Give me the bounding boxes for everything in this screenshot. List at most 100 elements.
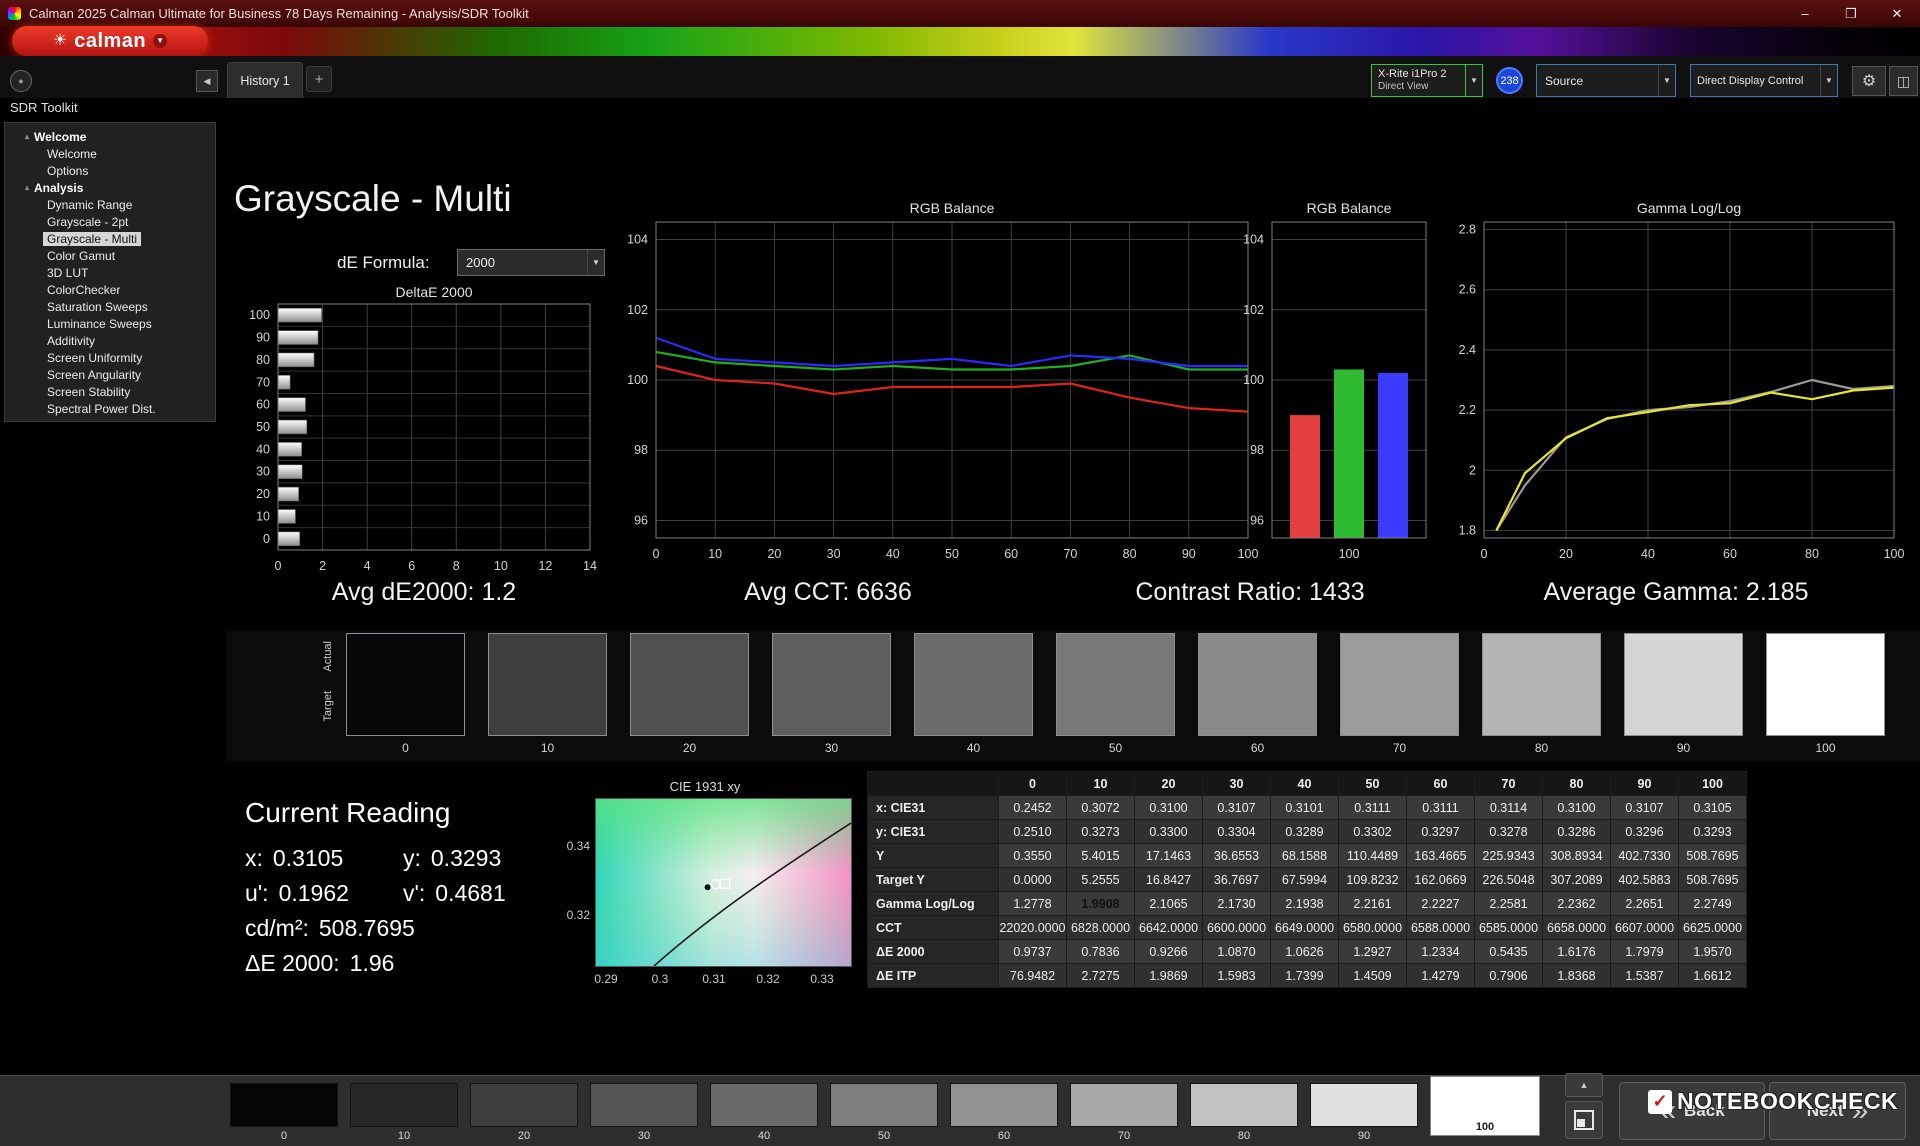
sidebar-item-screen-angularity[interactable]: Screen Angularity [5,366,215,383]
tab-history-1[interactable]: History 1 [227,62,303,98]
table-cell: 225.9343 [1475,844,1543,868]
pattern-window-button[interactable] [1565,1101,1603,1139]
chevron-down-icon[interactable]: ▼ [587,250,604,275]
svg-text:12: 12 [538,559,552,573]
reading-cd-value: 508.7695 [319,915,415,941]
meter-dropdown[interactable]: X-Rite i1Pro 2 Direct View ▼ [1371,64,1483,97]
sidebar-item-label: Options [43,164,92,178]
table-cell: 1.0870 [1203,940,1271,964]
calman-logo[interactable]: ☀ calman ▼ [12,26,208,56]
table-cell: 2.2161 [1339,892,1407,916]
sidebar-item-grayscale-2pt[interactable]: Grayscale - 2pt [5,213,215,230]
patch-button-30[interactable] [590,1083,698,1127]
patch-button-60[interactable] [950,1083,1058,1127]
reading-cd-label: cd/m²: [245,915,309,941]
chevron-down-icon[interactable]: ▼ [1658,65,1675,96]
patch-button-40[interactable] [710,1083,818,1127]
column-header: 40 [1271,772,1339,796]
column-header: 30 [1203,772,1271,796]
source-label: Source [1545,74,1583,88]
svg-text:10: 10 [708,547,722,561]
add-tab-button[interactable]: + [306,66,332,92]
display-control-dropdown[interactable]: Direct Display Control ▼ [1690,64,1838,97]
sidebar-item-welcome[interactable]: Welcome [5,145,215,162]
svg-text:4: 4 [364,559,371,573]
column-header: 100 [1679,772,1747,796]
table-cell: 0.3300 [1135,820,1203,844]
layout-icon: ◫ [1897,73,1910,90]
chevron-down-icon[interactable]: ▼ [1465,65,1482,96]
table-cell: 1.9570 [1679,940,1747,964]
sidebar-item-dynamic-range[interactable]: Dynamic Range [5,196,215,213]
patch-button-100[interactable]: 100 [1430,1076,1540,1136]
sidebar-item-label: Dynamic Range [43,198,136,212]
settings-gear-button[interactable]: ⚙ [1852,66,1886,96]
svg-text:2.4: 2.4 [1459,343,1476,357]
patch-button-0[interactable] [230,1083,338,1127]
sidebar-options-button[interactable]: ● [10,70,32,92]
sidebar-item-screen-uniformity[interactable]: Screen Uniformity [5,349,215,366]
expand-icon: ▴ [25,183,29,192]
reading-v-label: v': [403,880,425,906]
patch-button-80[interactable] [1190,1083,1298,1127]
table-cell: 110.4489 [1339,844,1407,868]
svg-text:20: 20 [256,487,270,501]
calman-app-icon [8,7,21,20]
sidebar-item-additivity[interactable]: Additivity [5,332,215,349]
sidebar-collapse-button[interactable]: ◀ [196,70,218,92]
patch-button-10[interactable] [350,1083,458,1127]
svg-text:1.8: 1.8 [1459,523,1476,537]
svg-text:50: 50 [945,547,959,561]
actual-label: Actual [322,641,334,672]
minimize-button[interactable]: – [1782,0,1828,27]
patch-level-label: 90 [1310,1130,1418,1142]
back-label: Back [1684,1101,1725,1121]
svg-text:DeltaE 2000: DeltaE 2000 [395,284,472,300]
sidebar-item-colorchecker[interactable]: ColorChecker [5,281,215,298]
workspace-layout-button[interactable]: ◫ [1889,66,1918,96]
svg-text:0: 0 [1481,547,1488,561]
back-button[interactable]: « Back [1619,1082,1765,1140]
de-formula-dropdown[interactable]: 2000 ▼ [457,249,605,276]
table-cell: 0.9266 [1135,940,1203,964]
rainbow-stripe [0,27,1920,56]
sidebar-item-3d-lut[interactable]: 3D LUT [5,264,215,281]
table-cell: 402.5883 [1611,868,1679,892]
logo-dropdown-icon[interactable]: ▼ [153,34,167,48]
tree-section-analysis[interactable]: ▴Analysis [5,179,215,196]
table-cell: 6625.0000 [1679,916,1747,940]
grayscale-swatch-0 [346,633,465,736]
table-row-y: Y0.35505.401517.146336.655368.1588110.44… [868,844,1747,868]
expand-patch-panel-button[interactable]: ▲ [1565,1073,1603,1097]
table-cell: 0.2510 [999,820,1067,844]
svg-text:8: 8 [453,559,460,573]
table-cell: 76.9482 [999,964,1067,988]
sidebar-item-label: 3D LUT [43,266,92,280]
sidebar-item-options[interactable]: Options [5,162,215,179]
patch-button-20[interactable] [470,1083,578,1127]
sidebar-item-color-gamut[interactable]: Color Gamut [5,247,215,264]
sidebar-item-saturation-sweeps[interactable]: Saturation Sweeps [5,298,215,315]
sidebar-item-luminance-sweeps[interactable]: Luminance Sweeps [5,315,215,332]
svg-text:80: 80 [1123,547,1137,561]
table-cell: 0.3101 [1271,796,1339,820]
rgb-balance-line-chart: RGB Balance96981001021040102030405060708… [610,198,1260,570]
maximize-button[interactable]: ❐ [1828,0,1874,27]
grayscale-swatch-40 [914,633,1033,736]
svg-text:10: 10 [494,559,508,573]
chevron-down-icon[interactable]: ▼ [1820,65,1837,96]
next-button[interactable]: Next » [1769,1082,1906,1140]
sidebar-item-screen-stability[interactable]: Screen Stability [5,383,215,400]
table-cell: 0.3286 [1543,820,1611,844]
close-button[interactable]: ✕ [1874,0,1920,27]
patch-button-90[interactable] [1310,1083,1418,1127]
cie-ytick: 0.34 [548,839,590,853]
source-dropdown[interactable]: Source ▼ [1536,64,1676,97]
sidebar-item-grayscale-multi[interactable]: Grayscale - Multi [5,230,215,247]
table-cell: 6580.0000 [1339,916,1407,940]
sidebar-item-spectral-power-dist[interactable]: Spectral Power Dist. [5,400,215,417]
tree-section-welcome[interactable]: ▴Welcome [5,128,215,145]
patch-button-50[interactable] [830,1083,938,1127]
svg-text:104: 104 [627,233,648,247]
patch-button-70[interactable] [1070,1083,1178,1127]
